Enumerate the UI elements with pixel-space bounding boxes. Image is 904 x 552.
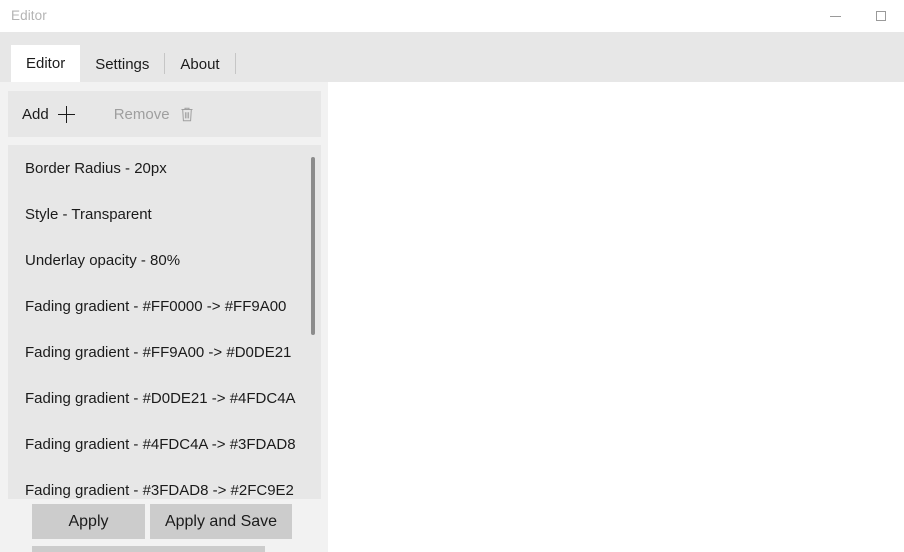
add-button[interactable]: Add [22,105,75,123]
remove-button-label: Remove [113,105,170,123]
remove-button[interactable]: Remove [114,106,195,123]
apply-and-save-button[interactable]: Apply and Save [150,504,292,539]
third-action-button[interactable] [32,546,265,552]
primary-action-row: Apply Apply and Save [0,504,328,539]
list-item[interactable]: Fading gradient - #4FDC4A -> #3FDAD8 [8,421,321,467]
plus-icon [57,105,75,123]
maximize-button[interactable] [858,0,904,32]
minimize-icon [829,15,841,17]
tab-bar: Editor Settings About [0,32,904,82]
maximize-icon [876,11,886,21]
apply-button[interactable]: Apply [32,504,145,539]
tab-about[interactable]: About [165,46,234,82]
list-item[interactable]: Fading gradient - #FF0000 -> #FF9A00 [8,283,321,329]
app-window: Editor Editor Settings About Add Remove [0,0,904,552]
editor-panel: Add Remove Border Radius - 20px Style - … [0,82,328,552]
editor-action-bar: Apply Apply and Save [0,504,328,552]
list-scrollbar-thumb[interactable] [311,157,315,335]
editor-toolbar: Add Remove [8,91,321,137]
main-content-area [328,82,904,552]
settings-list-items: Border Radius - 20px Style - Transparent… [8,145,321,499]
list-item[interactable]: Style - Transparent [8,191,321,237]
trash-icon [179,106,195,123]
minimize-button[interactable] [812,0,858,32]
settings-list[interactable]: Border Radius - 20px Style - Transparent… [8,145,321,499]
window-title: Editor [11,8,47,23]
list-item[interactable]: Underlay opacity - 80% [8,237,321,283]
list-item[interactable]: Border Radius - 20px [8,145,321,191]
list-item[interactable]: Fading gradient - #FF9A00 -> #D0DE21 [8,329,321,375]
tab-editor[interactable]: Editor [11,45,81,82]
secondary-action-row [0,546,328,552]
window-controls [812,0,904,32]
list-item[interactable]: Fading gradient - #3FDAD8 -> #2FC9E2 [8,467,321,499]
add-button-label: Add [22,105,49,123]
tab-settings[interactable]: Settings [80,46,164,82]
tab-separator [234,53,236,74]
title-bar: Editor [0,0,904,32]
list-item[interactable]: Fading gradient - #D0DE21 -> #4FDC4A [8,375,321,421]
list-scrollbar[interactable] [309,145,317,499]
